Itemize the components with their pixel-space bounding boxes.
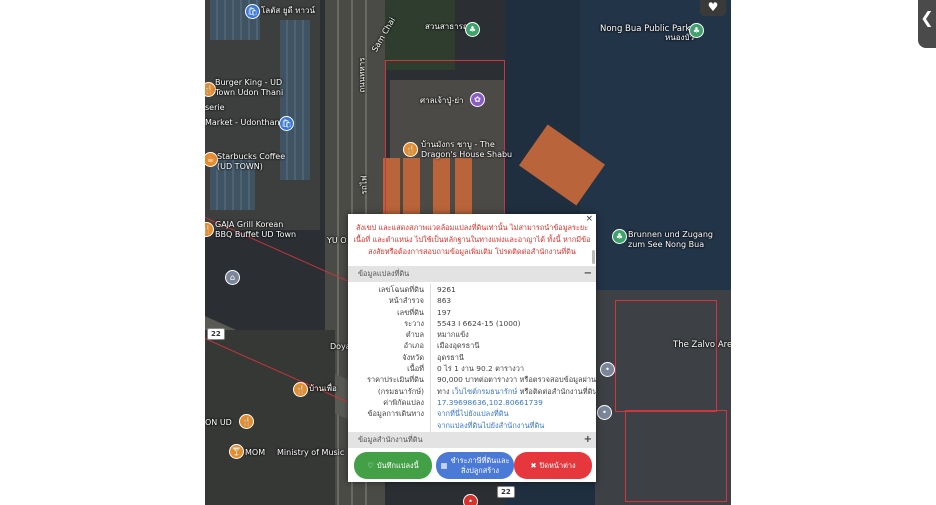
close-x-icon: ✖ xyxy=(530,460,537,470)
parcel-info-table: เลขโฉนดที่ดิน 9261 หน้าสำรวจ 863 เลขที่ด… xyxy=(348,284,598,432)
section-title: ข้อมูลแปลงที่ดิน xyxy=(358,269,410,278)
table-row: อำเภอ เมืองอุดรธานี xyxy=(403,341,480,351)
map-label-serie: serie xyxy=(205,103,225,112)
map-label-station: รถไฟ xyxy=(359,175,369,195)
map-label-baan: บ้านเพื่อ xyxy=(309,384,337,393)
heart-outline-icon: ♡ xyxy=(367,460,374,470)
map-label-market: Market - Udonthani xyxy=(205,118,282,127)
map-label-zalvo: The Zalvo Are xyxy=(673,340,731,350)
table-row: ค่าพิกัดแปลง 17.39698636,102.80661739 xyxy=(383,397,543,407)
viewpoint-pin-icon[interactable]: ♣ xyxy=(612,229,627,244)
side-panel-toggle[interactable]: ❮ xyxy=(918,0,936,48)
map-label-dragon-house: บ้านมังกร ชาบู - The Dragon's House Shab… xyxy=(421,140,513,159)
save-parcel-button[interactable]: ♡ บันทึกแปลงนี้ xyxy=(354,452,432,479)
market-pin-icon[interactable]: 🛍 xyxy=(279,116,294,131)
table-row: (กรมธนารักษ์) ทาง เว็บไซต์กรมธนารักษ์ หร… xyxy=(377,386,598,396)
route-shield-left: 22 xyxy=(207,328,225,340)
favorite-button[interactable]: ♥ xyxy=(700,0,726,16)
directions-to-office-link[interactable]: จากแปลงที่ดินไปยังสำนักงานที่ดิน xyxy=(437,421,544,430)
bank-pin-icon[interactable]: ⌂ xyxy=(225,270,240,285)
coordinates-link[interactable]: 17.39698636,102.80661739 xyxy=(437,398,543,407)
table-row: เลขโฉนดที่ดิน 9261 xyxy=(378,285,456,294)
lake-water-deep xyxy=(580,0,731,300)
shrine-pin-icon[interactable]: ✿ xyxy=(470,92,485,107)
shopping-pin-icon[interactable]: 🛍 xyxy=(245,4,260,19)
table-row: ระวาง 5543 I 6624-15 (1000) xyxy=(404,318,521,328)
map-label-starbucks: Starbucks Coffee (UD TOWN) xyxy=(217,152,286,171)
section-title: ข้อมูลสำนักงานที่ดิน xyxy=(358,435,423,444)
treasury-website-link[interactable]: เว็บไซต์กรมธนารักษ์ xyxy=(452,387,517,396)
land-office-section-header[interactable]: ข้อมูลสำนักงานที่ดิน + xyxy=(348,432,596,448)
table-row: จังหวัด อุดรธานี xyxy=(402,352,464,362)
directions-to-parcel-link[interactable]: จากที่นี่ไปยังแปลงที่ดิน xyxy=(437,409,509,418)
place-pin-icon-2[interactable]: • xyxy=(597,405,612,420)
receipt-icon: ▦ xyxy=(440,460,448,470)
map-label-lotus: โลตัส ยูดี ทาวน์ xyxy=(261,6,315,15)
public-park-pin-icon[interactable]: ♣ xyxy=(689,23,704,38)
route-shield-bottom: 22 xyxy=(497,486,515,498)
map-label-burger-king: Burger King - UD Town Udon Thani xyxy=(215,78,284,97)
parcel-marker-icon[interactable]: • xyxy=(463,494,478,505)
map-label-shrine: ศาลเจ้าปู่-ย่า xyxy=(420,96,464,105)
bar-pin-icon[interactable]: 🍸 xyxy=(229,444,244,459)
chevron-left-icon: ❮ xyxy=(920,8,934,27)
place-pin-icon[interactable]: • xyxy=(600,362,615,377)
table-row: ราคาประเมินที่ดิน 90,000 บาทต่อตารางวา ห… xyxy=(366,375,597,385)
land-info-dialog: × สังเขป และแสดงสภาพแวดล้อมแปลงที่ดินเท่… xyxy=(348,214,598,482)
pay-land-tax-button[interactable]: ▦ ชำระภาษีที่ดินและ สิ่งปลูกสร้าง xyxy=(436,452,514,479)
map-label-ministry: Ministry of Music xyxy=(277,448,345,457)
table-row: ตำบล หมากแข้ง xyxy=(405,330,469,340)
table-row: หน้าสำรวจ 863 xyxy=(388,296,452,306)
collapse-icon[interactable]: − xyxy=(584,266,592,282)
map-label-road-thai: ถนนทหาร xyxy=(357,57,367,93)
map-label-gaja: GAJA Grill Korean BBQ Buffet UD Town xyxy=(215,220,297,239)
parcel-info-section-header[interactable]: ข้อมูลแปลงที่ดิน − xyxy=(348,266,596,282)
map-label-brunnen: Brunnen und Zugang zum See Nong Bua xyxy=(628,230,713,249)
disclaimer-scrollbar[interactable] xyxy=(592,250,595,264)
close-window-button[interactable]: ✖ ปิดหน้าต่าง xyxy=(514,452,592,479)
disclaimer-text: สังเขป และแสดงสภาพแวดล้อมแปลงที่ดินเท่าน… xyxy=(353,223,591,256)
restaurant-pin-icon-baan[interactable]: 🍴 xyxy=(293,382,308,397)
expand-icon[interactable]: + xyxy=(584,432,592,448)
table-row: เลขที่ดิน 197 xyxy=(397,307,452,317)
table-row: ข้อมูลการเดินทาง จากที่นี่ไปยังแปลงที่ดิ… xyxy=(367,409,509,419)
map-label-on-ud: ON UD xyxy=(205,418,232,427)
table-row: จากแปลงที่ดินไปยังสำนักงานที่ดิน xyxy=(348,420,596,431)
table-row: เนื้อที่ 0 ไร่ 1 งาน 90.2 ตารางวา xyxy=(407,364,525,374)
map-label-yu: YU O xyxy=(327,236,347,245)
map-label-mom: MOM xyxy=(245,448,266,457)
restaurant-pin-icon-onud[interactable]: 🍴 xyxy=(239,414,254,429)
restaurant-pin-icon-dragon[interactable]: 🍴 xyxy=(403,142,418,157)
heart-icon: ♥ xyxy=(707,0,719,14)
park-pin-icon[interactable]: ♣ xyxy=(465,22,480,37)
